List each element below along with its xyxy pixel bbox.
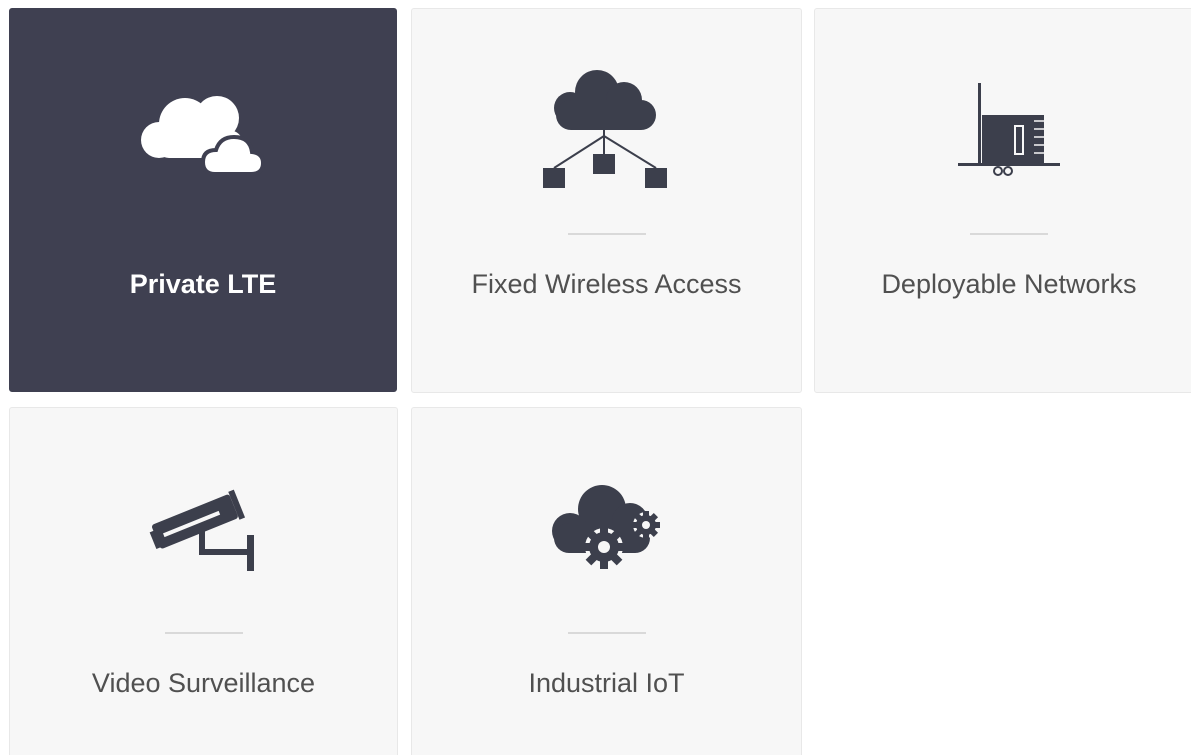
tile-label: Industrial IoT xyxy=(528,668,685,698)
tile-label: Deployable Networks xyxy=(881,269,1137,299)
cloud-gears-icon xyxy=(412,466,801,596)
tile-industrial-iot[interactable]: Industrial IoT xyxy=(411,407,802,755)
tile-private-lte[interactable]: Private LTE xyxy=(9,8,397,392)
tile-divider xyxy=(970,233,1048,235)
tile-label: Fixed Wireless Access xyxy=(471,269,742,299)
tile-divider xyxy=(164,632,243,634)
tile-fixed-wireless-access[interactable]: Fixed Wireless Access xyxy=(411,8,802,393)
tile-label: Private LTE xyxy=(129,269,277,299)
tile-divider xyxy=(567,233,646,235)
use-case-grid: Private LTE Fixed Wireless Access Deploy… xyxy=(0,0,1191,755)
deployable-trailer-icon xyxy=(815,67,1191,197)
tile-deployable-networks[interactable]: Deployable Networks xyxy=(814,8,1191,393)
tile-divider xyxy=(567,632,646,634)
tile-video-surveillance[interactable]: Video Surveillance xyxy=(9,407,398,755)
cloud-icon xyxy=(10,67,396,197)
cloud-network-icon xyxy=(412,67,801,197)
security-camera-icon xyxy=(10,466,397,596)
tile-label: Video Surveillance xyxy=(91,668,316,698)
